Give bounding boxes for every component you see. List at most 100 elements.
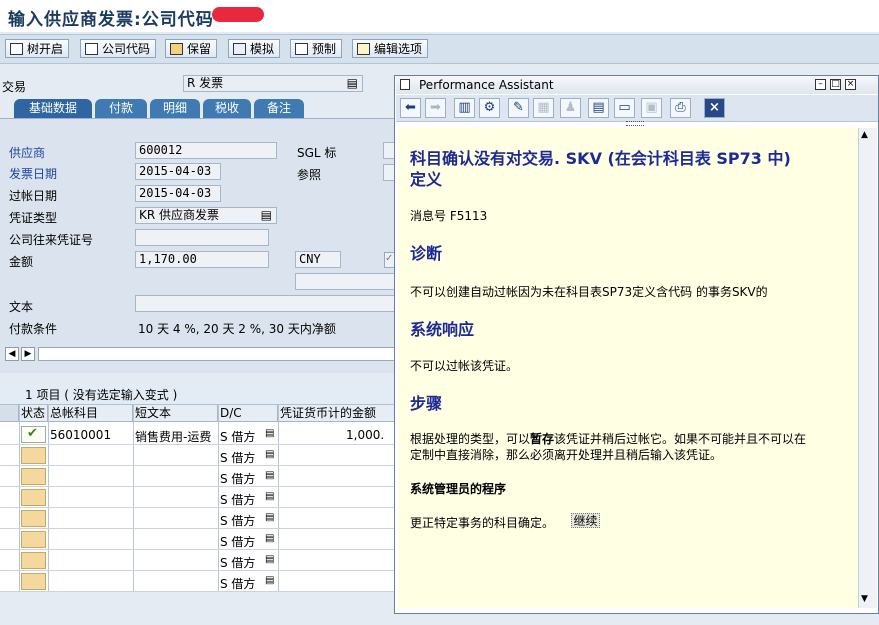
table-row [0,508,396,529]
currency-field[interactable]: CNY [295,251,341,268]
structure-icon[interactable]: ⚙ [479,98,500,118]
close-pa-icon[interactable]: × [704,98,725,118]
document-type-select[interactable]: KR 供应商发票 ▤ [135,207,277,224]
application-toolbar: 树开启 公司代码 保留 模拟 预制 编辑选项 [0,34,879,64]
back-arrow-icon[interactable]: ⬅ [400,98,421,118]
line-items-title: 1 项目 ( 没有选定输入变式 ) [25,388,178,402]
column-header-amount[interactable]: 凭证货币计的金额 [278,405,396,422]
status-cell[interactable] [21,510,46,527]
park-icon [295,43,308,55]
horizontal-scrollbar[interactable] [38,347,396,361]
hold-link[interactable]: 暂存 [530,432,554,446]
additional-field[interactable] [295,273,396,290]
amount-field[interactable]: 1,170.00 [135,251,269,268]
resize-grip[interactable] [626,121,644,126]
minimize-icon[interactable]: – [815,79,826,90]
company-icon [85,43,98,55]
column-header-gl-account[interactable]: 总帐科目 [48,405,133,422]
invoice-date-field[interactable]: 2015-04-03 [135,163,221,180]
company-code-button[interactable]: 公司代码 [80,39,157,58]
column-header-status[interactable]: 状态 [19,405,48,422]
status-cell[interactable]: ✔ [21,426,46,443]
amount-cell[interactable]: 1,000. [346,428,384,442]
admin-procedure-heading: 系统管理员的程序 [410,482,507,496]
dropdown-icon[interactable]: ▤ [265,512,274,523]
status-cell[interactable] [21,489,46,506]
users-icon[interactable]: ♟ [560,98,581,118]
maximize-icon[interactable]: □ [830,79,841,90]
diagnosis-text: 不可以创建自动过帐因为未在科目表SP73定义含代码 的事务SKV的 [410,285,768,299]
debit-credit-cell[interactable]: S 借方 [220,428,255,445]
table-row [0,529,396,550]
system-response-text: 不可以过帐该凭证。 [410,359,519,373]
pa-vertical-scrollbar[interactable] [858,128,877,608]
posting-date-field[interactable]: 2015-04-03 [135,185,221,202]
hold-button[interactable]: 保留 [165,39,218,58]
gl-account-cell[interactable]: 56010001 [50,428,111,442]
window-icon [400,79,410,90]
tab-tax[interactable]: 税收 [203,99,251,118]
scroll-up-icon[interactable]: ▲ [861,130,868,140]
pencil-icon [357,43,370,55]
dropdown-icon[interactable]: ▤ [265,491,274,502]
debit-credit-cell[interactable]: S 借方 [220,470,255,487]
procedure-text-line1: 根据处理的类型，可以暂存该凭证并稍后过帐它。如果不可能并且不可以在 [410,432,807,446]
dropdown-icon[interactable]: ▤ [265,428,274,439]
short-text-cell[interactable]: 销售费用-运费 [135,428,211,445]
scroll-left-button[interactable]: ◀ [5,347,19,361]
window-layout-icon[interactable]: ▭ [614,98,635,118]
column-header-dc[interactable]: D/C [218,405,278,422]
dropdown-icon[interactable]: ▤ [265,533,274,544]
text-label: 文本 [9,300,34,314]
pa-title: Performance Assistant [419,78,554,92]
status-cell[interactable] [21,531,46,548]
debit-credit-cell[interactable]: S 借方 [220,554,255,571]
note-icon[interactable]: ▦ [533,98,554,118]
debit-credit-cell[interactable]: S 借方 [220,491,255,508]
status-cell[interactable] [21,468,46,485]
payment-terms-value: 10 天 4 %, 20 天 2 %, 30 天内净额 [138,322,336,336]
transaction-select[interactable]: R 发票 ▤ [183,75,363,92]
book-icon[interactable]: ▥ [454,98,475,118]
pa-title-bar[interactable]: Performance Assistant [396,76,878,94]
scroll-right-button[interactable]: ▶ [21,347,35,361]
tree-on-button[interactable]: 树开启 [5,39,70,58]
table-row [0,466,396,487]
table-icon[interactable]: ▤ [588,98,609,118]
redaction-mark [212,7,264,22]
select-all-column[interactable] [0,405,19,422]
tab-basic-data[interactable]: 基础数据 [14,99,92,118]
checkmark-icon: ✔ [27,426,38,441]
status-cell[interactable] [21,573,46,590]
tab-notes[interactable]: 备注 [254,99,304,118]
tab-payment[interactable]: 付款 [95,99,147,118]
system-response-heading: 系统响应 [410,320,475,339]
dropdown-icon[interactable]: ▤ [265,470,274,481]
debit-credit-cell[interactable]: S 借方 [220,575,255,592]
vendor-field[interactable]: 600012 [135,142,277,159]
debit-credit-cell[interactable]: S 借方 [220,449,255,466]
cross-company-field[interactable] [135,229,269,246]
edit-options-button[interactable]: 编辑选项 [352,39,429,58]
status-cell[interactable] [21,447,46,464]
dropdown-icon[interactable]: ▤ [265,575,274,586]
tab-details[interactable]: 明细 [150,99,200,118]
table-row [0,445,396,466]
print-icon[interactable]: ⎙ [670,98,691,118]
settings-icon[interactable]: ▣ [641,98,662,118]
dropdown-icon[interactable]: ▤ [265,449,274,460]
forward-arrow-icon[interactable]: ➡ [425,98,446,118]
debit-credit-cell[interactable]: S 借方 [220,533,255,550]
close-icon[interactable]: × [845,79,856,90]
edit-icon[interactable]: ✎ [508,98,529,118]
column-header-short-text[interactable]: 短文本 [133,405,218,422]
park-button[interactable]: 预制 [290,39,343,58]
simulate-button[interactable]: 模拟 [228,39,281,58]
scroll-down-icon[interactable]: ▼ [861,594,868,604]
status-cell[interactable] [21,552,46,569]
continue-button[interactable]: 继续 [571,513,600,528]
text-field[interactable] [135,295,396,312]
hold-icon [170,43,183,55]
debit-credit-cell[interactable]: S 借方 [220,512,255,529]
dropdown-icon[interactable]: ▤ [265,554,274,565]
